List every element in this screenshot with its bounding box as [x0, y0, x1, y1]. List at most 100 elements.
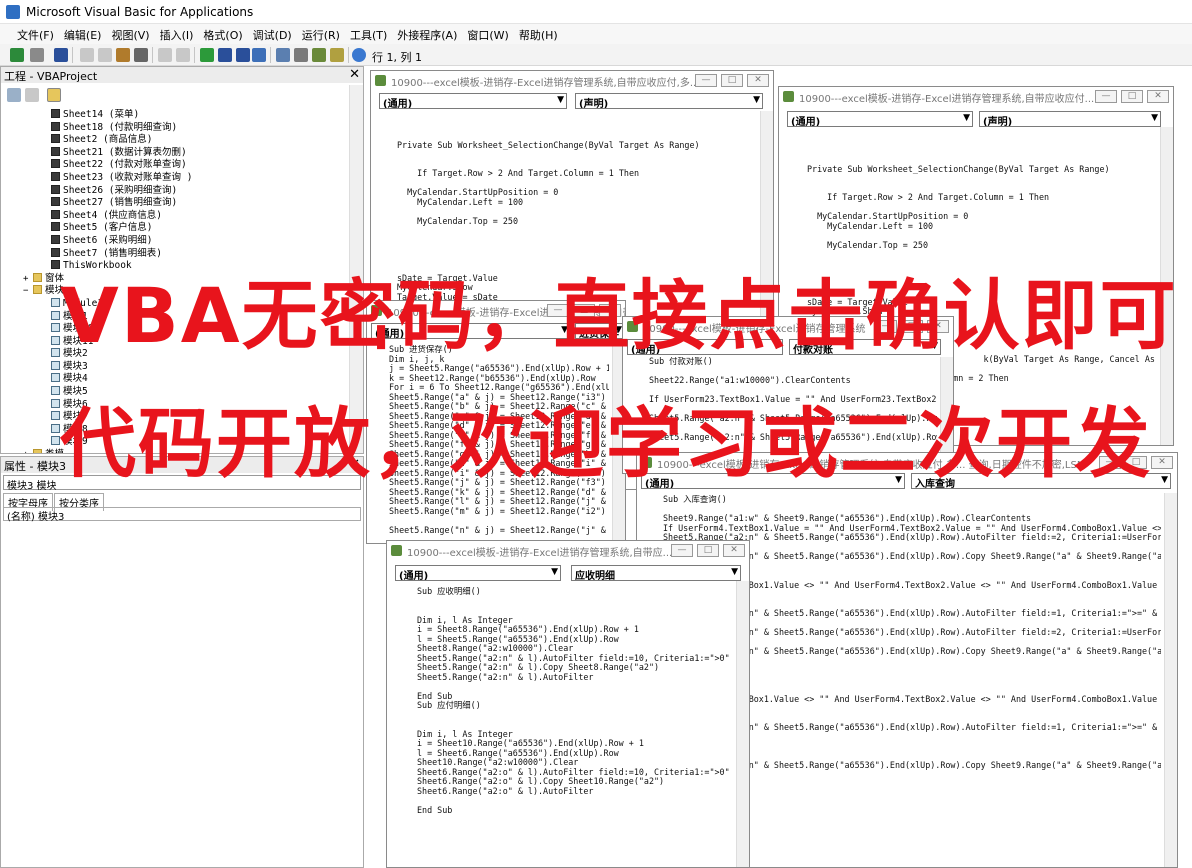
property-value: 模块3 [38, 512, 65, 523]
tree-item[interactable]: Sheet7 (销售明细表) [1, 247, 351, 261]
break-icon[interactable] [218, 48, 232, 62]
chevron-down-icon[interactable]: ▼ [731, 567, 738, 577]
tree-item-label: Sheet6 (采购明细) [63, 234, 153, 246]
insert-object-icon[interactable] [30, 48, 44, 62]
view-code-icon[interactable] [7, 88, 21, 102]
chevron-down-icon[interactable]: ▼ [1161, 475, 1168, 485]
expand-icon[interactable]: + [23, 449, 33, 453]
project-scrollbar[interactable] [349, 85, 363, 453]
find-icon[interactable] [134, 48, 148, 62]
tree-item[interactable]: Sheet5 (客户信息) [1, 222, 351, 235]
code-window-titlebar[interactable]: 10900---excel模板-进销存-Excel进销存管理系统,自带应收应付.… [779, 87, 1173, 105]
menu-item[interactable]: 视图(V) [106, 24, 154, 44]
window-title: Microsoft Visual Basic for Applications [26, 5, 254, 19]
tree-item[interactable]: Sheet14 (菜单) [1, 109, 351, 122]
mod-icon [51, 323, 60, 333]
tree-item[interactable]: Sheet18 (付款明细查询) [1, 121, 351, 135]
excel-icon [391, 545, 402, 556]
code-window-titlebar[interactable]: 10900---excel模板-进销存-Excel进销存管理系统,自带应收应付,… [371, 71, 773, 89]
object-combo[interactable]: (通用) ▼ [395, 565, 561, 581]
reset-icon[interactable] [236, 48, 250, 62]
save-icon[interactable] [54, 48, 68, 62]
tree-item[interactable]: Sheet26 (采购明细查询) [1, 184, 351, 198]
object-browser-icon[interactable] [312, 48, 326, 62]
object-combo[interactable]: (通用) ▼ [787, 111, 973, 127]
close-button[interactable]: ✕ [723, 544, 745, 557]
run-icon[interactable] [200, 48, 214, 62]
chevron-down-icon[interactable]: ▼ [753, 95, 760, 105]
procedure-combo[interactable]: 应收明细 ▼ [571, 565, 741, 581]
menu-item[interactable]: 调试(D) [248, 24, 297, 44]
expand-icon[interactable]: + [23, 273, 33, 286]
object-combo[interactable]: (通用) ▼ [379, 93, 567, 109]
menu-item[interactable]: 格式(O) [198, 24, 247, 44]
code-scrollbar[interactable] [1164, 493, 1177, 867]
chevron-down-icon[interactable]: ▼ [551, 567, 558, 577]
property-row-name[interactable]: (名称) 模块3 [3, 507, 361, 523]
tree-item[interactable]: Sheet6 (采购明细) [1, 234, 351, 248]
tree-item[interactable]: 模块5 [1, 386, 351, 399]
maximize-button[interactable]: □ [1121, 90, 1143, 103]
menu-item[interactable]: 文件(F) [12, 24, 59, 44]
view-object-icon[interactable] [25, 88, 39, 102]
mod-icon [51, 436, 60, 446]
code-scrollbar[interactable] [736, 581, 749, 867]
menu-item[interactable]: 窗口(W) [462, 24, 513, 44]
chevron-down-icon[interactable]: ▼ [963, 113, 970, 123]
properties-window-icon[interactable] [294, 48, 308, 62]
tree-item-label: Sheet23 (收款对账单查询 ) [63, 171, 193, 183]
tree-item[interactable]: Sheet23 (收款对账单查询 ) [1, 171, 351, 185]
undo-icon[interactable] [158, 48, 172, 62]
sheet-icon [51, 146, 60, 156]
tree-item-label: Sheet2 (商品信息) [63, 134, 153, 146]
menu-item[interactable]: 运行(R) [297, 24, 345, 44]
excel-view-icon[interactable] [10, 48, 24, 62]
help-icon[interactable] [352, 48, 366, 62]
close-button[interactable]: ✕ [1151, 456, 1173, 469]
expand-icon[interactable]: − [23, 285, 33, 298]
tree-item[interactable]: Sheet4 (供应商信息) [1, 209, 351, 223]
procedure-combo[interactable]: (声明) ▼ [575, 93, 763, 109]
minimize-button[interactable]: — [695, 74, 717, 87]
close-button[interactable]: ✕ [1147, 90, 1169, 103]
code-editor[interactable]: Sub 应收明细() Dim i, l As Integer i = Sheet… [417, 587, 733, 863]
close-button[interactable]: ✕ [747, 74, 769, 87]
tree-item-label: Sheet22 (付款对账单查询) [63, 159, 187, 171]
design-mode-icon[interactable] [252, 48, 266, 62]
combo-value: (通用) [399, 571, 429, 581]
tree-item[interactable]: Sheet2 (商品信息) [1, 134, 351, 147]
paste-icon[interactable] [116, 48, 130, 62]
cut-icon[interactable] [80, 48, 94, 62]
project-explorer-icon[interactable] [276, 48, 290, 62]
tree-item[interactable]: 模块3 [1, 360, 351, 374]
toggle-folders-icon[interactable] [47, 88, 61, 102]
sheet-icon [51, 209, 60, 219]
tree-item[interactable]: Sheet27 (销售明细查询) [1, 197, 351, 210]
tree-item-label: Sheet21 (数据计算表勿删) [63, 146, 187, 158]
sheet-icon [51, 159, 60, 169]
menu-item[interactable]: 帮助(H) [514, 24, 563, 44]
menu-item[interactable]: 编辑(E) [59, 24, 107, 44]
procedure-combo[interactable]: (声明) ▼ [979, 111, 1161, 127]
copy-icon[interactable] [98, 48, 112, 62]
maximize-button[interactable]: □ [697, 544, 719, 557]
chevron-down-icon[interactable]: ▼ [1151, 113, 1158, 123]
sheet-icon [51, 197, 60, 207]
toolbox-icon[interactable] [330, 48, 344, 62]
combo-value: 应收明细 [575, 571, 615, 581]
menu-item[interactable]: 工具(T) [345, 24, 392, 44]
tree-item[interactable]: Sheet22 (付款对账单查询) [1, 159, 351, 172]
close-icon[interactable]: ✕ [349, 67, 360, 82]
overlay-text-line2: 代码开放，欢迎学习或二次开发 [60, 399, 1152, 488]
chevron-down-icon[interactable]: ▼ [557, 95, 564, 105]
maximize-button[interactable]: □ [721, 74, 743, 87]
menu-item[interactable]: 外接程序(A) [392, 24, 462, 44]
code-window-titlebar[interactable]: 10900---excel模板-进销存-Excel进销存管理系统,自带应... —… [387, 541, 749, 559]
minimize-button[interactable]: — [671, 544, 693, 557]
tree-item[interactable]: Sheet21 (数据计算表勿删) [1, 146, 351, 160]
menu-item[interactable]: 插入(I) [155, 24, 199, 44]
redo-icon[interactable] [176, 48, 190, 62]
tree-item[interactable]: 模块4 [1, 373, 351, 386]
mod-icon [51, 398, 60, 408]
minimize-button[interactable]: — [1095, 90, 1117, 103]
